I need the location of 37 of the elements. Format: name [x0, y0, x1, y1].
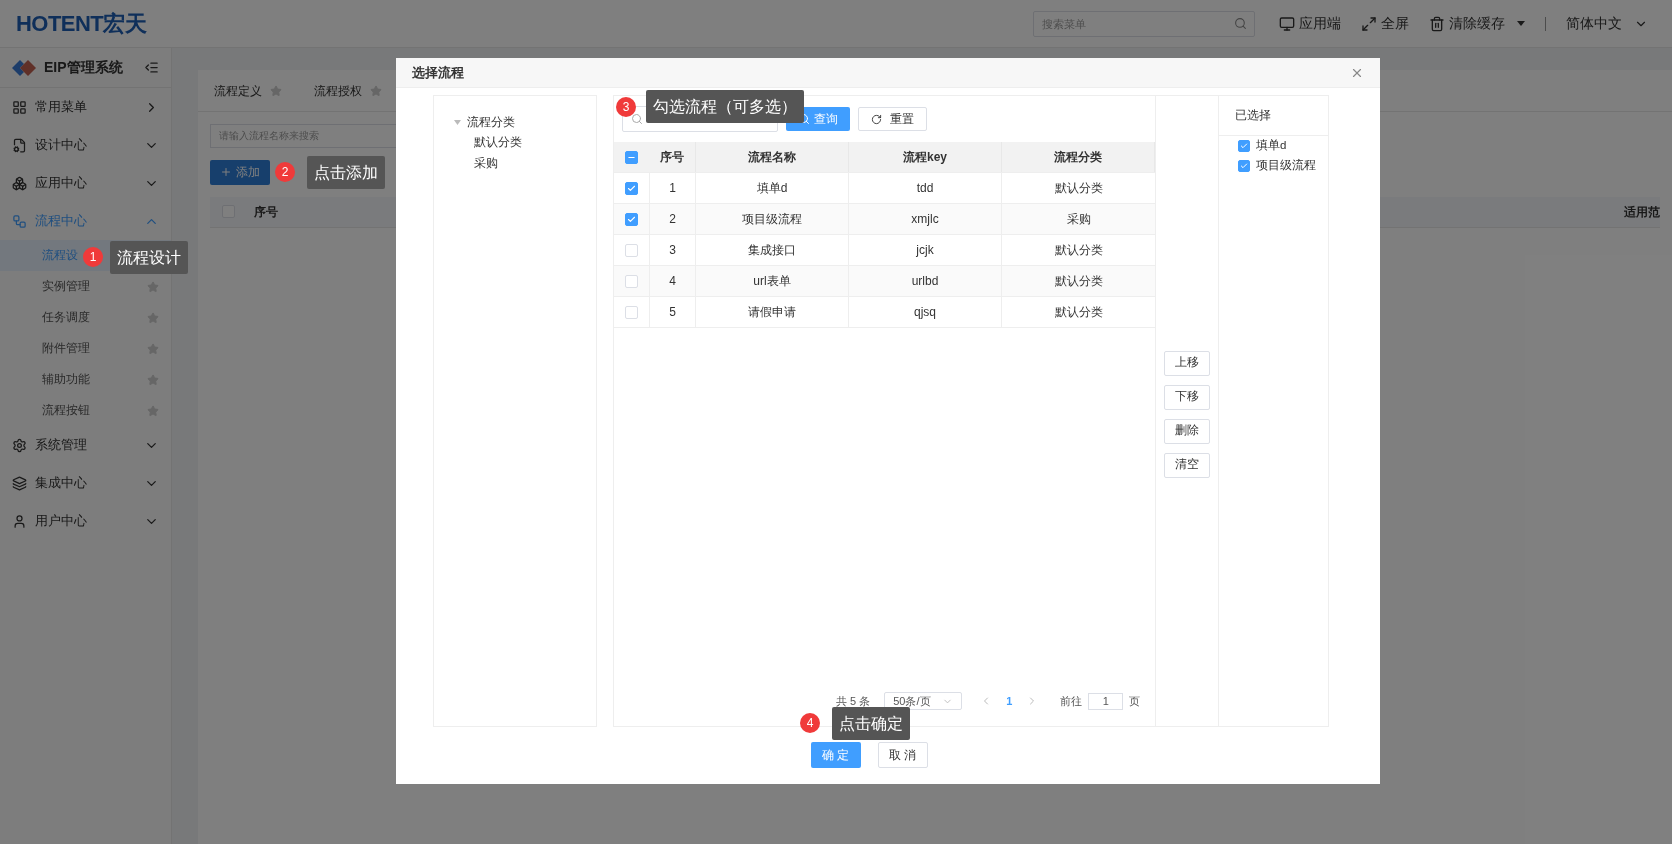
table-cell: url表单: [696, 266, 849, 296]
table-cell-text: 默认分类: [1053, 180, 1104, 197]
column-header: 流程名称: [696, 142, 849, 172]
callout-tooltip: 流程设计: [110, 241, 188, 274]
logo: HOTENT宏天: [16, 10, 147, 38]
column-header: 流程分类: [1002, 142, 1155, 172]
table-cell: 项目级流程: [696, 204, 849, 234]
column-header: 适用范: [1624, 203, 1660, 221]
callout-tooltip: 点击添加: [307, 156, 385, 189]
table-cell-text: 默认分类: [1053, 273, 1104, 290]
sidebar-title: EIP管理系统: [44, 58, 124, 77]
table-cell: jcjk: [849, 235, 1002, 265]
callout-tooltip: 点击确定: [832, 707, 910, 740]
page-label: 页: [1129, 693, 1141, 709]
column-header: 序号: [254, 203, 278, 221]
table-cell-text: 采购: [1065, 211, 1092, 228]
table-cell: 请假申请: [696, 297, 849, 327]
table-cell: qjsq: [849, 297, 1002, 327]
dialog-title: 选择流程: [412, 63, 465, 82]
table-cell: 3: [649, 235, 696, 265]
goto-label: 前往: [1060, 693, 1083, 709]
table-cell: 1: [649, 173, 696, 203]
table-cell-text: 默认分类: [1053, 304, 1104, 321]
table-cell: 5: [649, 297, 696, 327]
table-cell: 4: [649, 266, 696, 296]
total-count: 共 5 条: [836, 693, 871, 709]
column-header: 流程key: [849, 142, 1002, 172]
table-cell: tdd: [849, 173, 1002, 203]
callout-tooltip: 勾选流程（可多选）: [646, 90, 804, 123]
table-cell: 2: [649, 204, 696, 234]
column-header: 序号: [659, 149, 685, 166]
selected-title: 已选择: [1235, 107, 1271, 123]
table-cell: xmjlc: [849, 204, 1002, 234]
table-cell: urlbd: [849, 266, 1002, 296]
table-cell-text: 默认分类: [1053, 242, 1104, 259]
table-cell: 集成接口: [696, 235, 849, 265]
table-cell: 填单d: [696, 173, 849, 203]
